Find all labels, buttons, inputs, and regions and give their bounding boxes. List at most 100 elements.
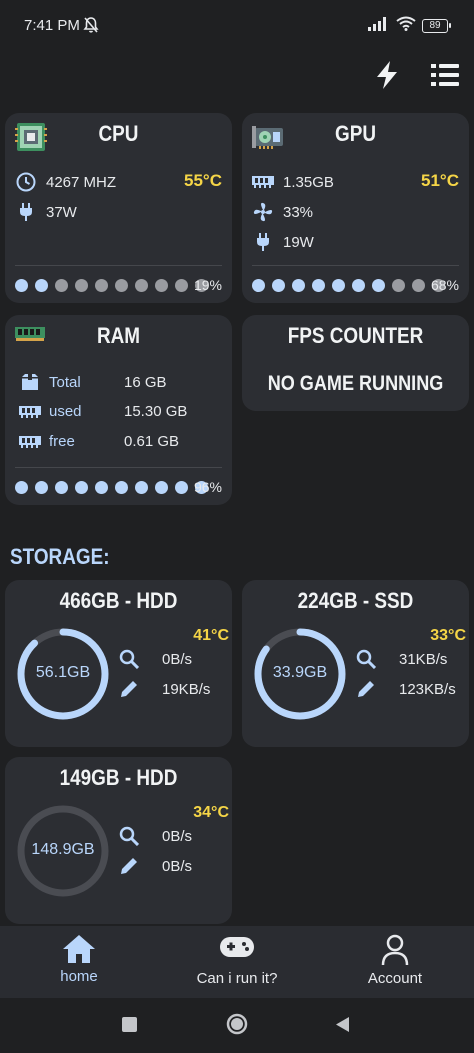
usage-dot (372, 279, 385, 292)
ram-divider (15, 467, 222, 468)
usage-dot (175, 279, 188, 292)
ram-card[interactable]: RAM Total 16 GB used 15.30 GB free 0.61 … (5, 315, 232, 505)
storage-card-0[interactable]: 466GB - HDD 56.1GB 41°C 0B/s 19KB/s (5, 580, 232, 747)
usage-dot (392, 279, 405, 292)
clock-icon (15, 171, 37, 193)
drive-write-row: 0B/s (118, 856, 192, 876)
ram-used-label: used (49, 403, 82, 420)
drive-used: 148.9GB (31, 841, 95, 858)
drive-title: 224GB - SSD (297, 588, 414, 613)
drive-write-speed: 123KB/s (399, 680, 456, 698)
fps-status: NO GAME RUNNING (267, 372, 444, 395)
storage-section-title: STORAGE: (10, 544, 110, 569)
bottom-navigation: home Can i run it? Account (0, 926, 474, 998)
drive-title: 149GB - HDD (59, 765, 178, 790)
drive-read-speed: 31KB/s (399, 650, 448, 668)
drive-read-speed: 0B/s (162, 650, 193, 668)
fps-card[interactable]: FPS COUNTER NO GAME RUNNING (242, 315, 469, 411)
lightning-icon[interactable] (370, 58, 404, 92)
usage-dot (155, 279, 168, 292)
search-icon (118, 826, 140, 846)
nav-label-home: home (60, 968, 98, 985)
storage-card-2[interactable]: 149GB - HDD 148.9GB 34°C 0B/s 0B/s (5, 757, 232, 924)
gpu-temperature: 51°C (421, 171, 459, 190)
gpu-fan-row: 33% (252, 201, 313, 223)
recents-button[interactable] (122, 1017, 137, 1037)
ram-total-label: Total (49, 373, 81, 391)
usage-dot (95, 279, 108, 292)
list-icon[interactable] (428, 58, 462, 92)
fps-title: FPS COUNTER (287, 323, 424, 348)
usage-dot (75, 481, 88, 494)
nav-item-can-i-run-it[interactable]: Can i run it? (158, 926, 316, 998)
gpu-title: GPU (334, 121, 377, 146)
usage-dot (252, 279, 265, 292)
cpu-frequency-row: 4267 MHZ (15, 171, 116, 193)
drive-write-row: 19KB/s (118, 679, 210, 699)
usage-dot (55, 481, 68, 494)
cpu-card[interactable]: CPU 4267 MHZ 55°C 37W 19% (5, 113, 232, 303)
battery-indicator: 89 (422, 19, 451, 33)
account-icon (316, 934, 474, 966)
drive-title: 466GB - HDD (59, 588, 178, 613)
usage-dot (155, 481, 168, 494)
drive-write-speed: 19KB/s (162, 680, 211, 698)
usage-dot (332, 279, 345, 292)
usage-dot (135, 481, 148, 494)
cpu-usage-percent: 19% (193, 277, 222, 293)
gpu-card[interactable]: GPU 1.35GB 51°C 33% 19W 68% (242, 113, 469, 303)
drive-write-row: 123KB/s (355, 679, 456, 699)
usage-dot (352, 279, 365, 292)
ram-free-value: 0.61 GB (124, 433, 180, 450)
usage-dot (175, 481, 188, 494)
nav-item-account[interactable]: Account (316, 926, 474, 998)
gpu-memory: 1.35GB (283, 173, 334, 191)
memory-icon (252, 171, 274, 193)
memory-icon (19, 405, 41, 419)
usage-dot (272, 279, 285, 292)
back-button[interactable] (335, 1016, 350, 1038)
pencil-icon (118, 856, 140, 876)
ram-used-value: 15.30 GB (124, 403, 188, 420)
usage-dot (75, 279, 88, 292)
drive-read-speed: 0B/s (162, 827, 193, 845)
gamepad-icon (158, 934, 316, 960)
cpu-power-row: 37W (15, 201, 77, 223)
cpu-divider (15, 265, 222, 266)
usage-dot (35, 481, 48, 494)
status-bar: 7:41 PM 89 (0, 0, 474, 52)
ram-title: RAM (96, 323, 141, 348)
drive-read-row: 31KB/s (355, 649, 447, 669)
plug-icon (15, 201, 37, 223)
usage-dot (35, 279, 48, 292)
box-icon (19, 373, 41, 391)
drive-temperature: 34°C (193, 804, 229, 821)
ram-usage-percent: 96% (193, 479, 222, 495)
gpu-usage-percent: 68% (430, 277, 459, 293)
usage-dot (412, 279, 425, 292)
pencil-icon (118, 679, 140, 699)
home-icon (0, 934, 158, 964)
usage-dot (312, 279, 325, 292)
cpu-title: CPU (98, 121, 139, 146)
bell-off-icon (83, 16, 99, 39)
cpu-usage-dots (15, 279, 208, 292)
gpu-usage-dots (252, 279, 445, 292)
search-icon (355, 649, 377, 669)
drive-used: 56.1GB (35, 664, 91, 681)
usage-dot (292, 279, 305, 292)
storage-card-1[interactable]: 224GB - SSD 33.9GB 33°C 31KB/s 123KB/s (242, 580, 469, 747)
ram-free-row: free 0.61 GB (19, 433, 179, 450)
ram-total-value: 16 GB (124, 373, 167, 391)
usage-dot (115, 481, 128, 494)
home-button[interactable] (226, 1013, 248, 1040)
drive-read-row: 0B/s (118, 649, 192, 669)
nav-item-home[interactable]: home (0, 926, 158, 998)
gpu-power: 19W (283, 233, 314, 251)
drive-temperature: 33°C (430, 627, 466, 644)
drive-read-row: 0B/s (118, 826, 192, 846)
gpu-power-row: 19W (252, 231, 314, 253)
usage-dot (15, 279, 28, 292)
drive-used: 33.9GB (272, 664, 328, 681)
ram-total-row: Total 16 GB (19, 373, 167, 391)
